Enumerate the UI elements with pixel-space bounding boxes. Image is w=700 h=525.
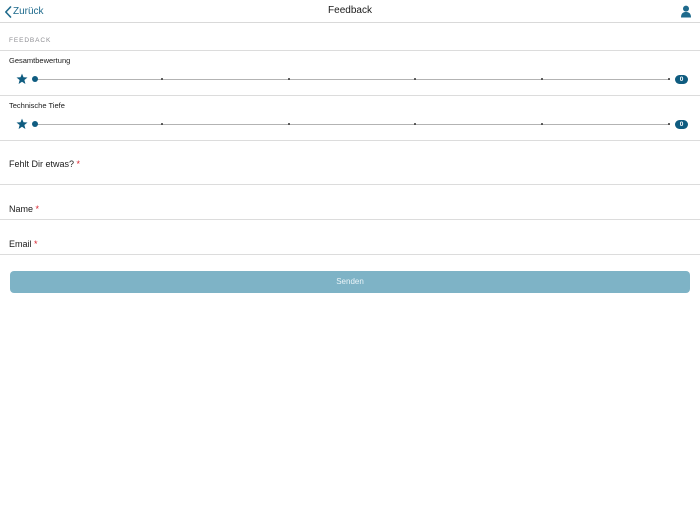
rating-label-overall: Gesamtbewertung [9,56,71,65]
user-button[interactable] [680,5,692,18]
slider-thumb[interactable] [32,121,38,127]
user-icon [681,5,691,18]
divider [0,254,700,255]
divider [0,95,700,96]
submit-button[interactable]: Senden [10,271,690,293]
required-mark: * [76,159,81,169]
navigation-bar: Zurück Feedback [0,0,700,23]
divider [0,184,700,185]
slider-thumb[interactable] [32,76,38,82]
page-title: Feedback [328,5,372,16]
slider-tick [541,78,543,80]
divider [0,50,700,51]
field-label-missing: Fehlt Dir etwas? * [9,159,80,169]
missing-input[interactable] [0,170,700,183]
star-icon [16,73,28,84]
slider-track [35,124,670,125]
email-input[interactable] [0,223,700,253]
divider [0,219,700,220]
section-header: FEEDBACK [9,37,52,44]
slider-track [35,79,670,80]
rating-slider-technical[interactable] [32,119,670,129]
slider-tick [541,123,543,125]
divider [0,140,700,141]
rating-label-technical: Technische Tiefe [9,101,65,110]
slider-tick [668,78,670,80]
star-icon [16,118,28,129]
rating-slider-overall[interactable] [32,74,670,84]
field-label-text: Fehlt Dir etwas? [9,159,75,169]
rating-value-badge: 0 [675,75,688,84]
slider-tick [288,78,290,80]
slider-tick [414,78,416,80]
rating-value-badge: 0 [675,120,688,129]
name-input[interactable] [0,188,700,218]
slider-tick [161,123,163,125]
slider-tick [414,123,416,125]
slider-tick [288,123,290,125]
slider-tick [161,78,163,80]
slider-tick [668,123,670,125]
